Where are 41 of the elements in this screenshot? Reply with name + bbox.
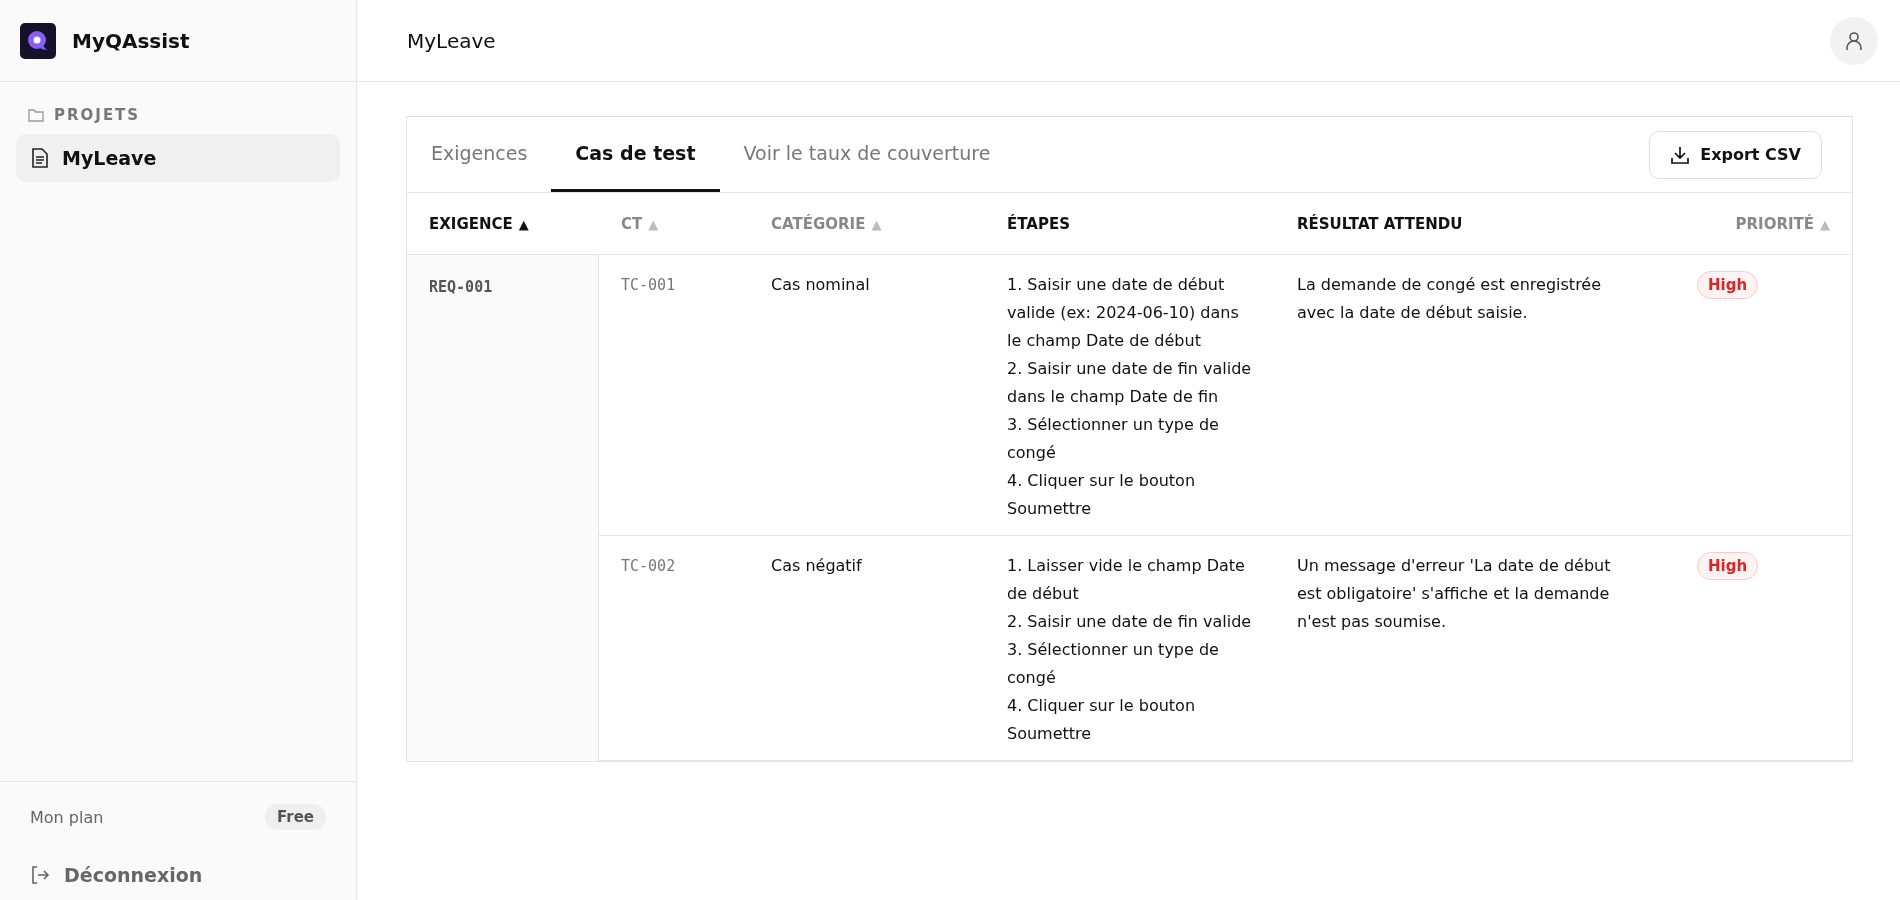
requirement-id: REQ-001 xyxy=(429,278,493,296)
column-header: ÉTAPES xyxy=(1007,214,1070,233)
category-text: Cas négatif xyxy=(771,556,862,575)
column-header: RÉSULTAT ATTENDU xyxy=(1297,214,1463,233)
column-header[interactable]: EXIGENCE ▲ xyxy=(429,214,529,233)
test-case-id: TC-002 xyxy=(621,557,676,575)
step-text: 1. Saisir une date de début valide (ex: 2024-06-10) dans le champ Date de début xyxy=(1007,274,1240,352)
tab[interactable]: Voir le taux de couverture xyxy=(719,116,1015,192)
column-header[interactable]: PRIORITÉ ▲ xyxy=(1735,214,1830,233)
document-icon xyxy=(32,148,48,168)
page-title: MyLeave xyxy=(407,28,496,53)
step-text: 4. Cliquer sur le bouton Soumettre xyxy=(1007,695,1197,745)
step-text: 4. Cliquer sur le bouton Soumettre xyxy=(1007,470,1197,520)
test-case-id: TC-001 xyxy=(621,276,676,294)
tab[interactable]: Cas de test xyxy=(551,116,720,192)
section-label: PROJETS xyxy=(54,106,141,124)
step-text: 3. Sélectionner un type de congé xyxy=(1007,414,1220,464)
user-avatar[interactable] xyxy=(1830,16,1878,65)
priority-badge: High xyxy=(1697,552,1759,580)
column-header[interactable]: CATÉGORIE ▲ xyxy=(771,214,882,233)
app-name: MyQAssist xyxy=(72,28,190,53)
project-item[interactable]: MyLeave xyxy=(16,134,340,182)
logo-icon xyxy=(20,22,56,59)
logout-link[interactable]: Déconnexion xyxy=(30,864,326,886)
export-button[interactable]: Export CSV xyxy=(1649,130,1822,179)
step-text: 2. Saisir une date de fin valide xyxy=(1007,611,1253,633)
tab[interactable]: Exigences xyxy=(407,116,552,192)
expected-result: La demande de congé est enregistrée avec la date de début saisie. xyxy=(1297,274,1603,324)
logout-icon xyxy=(30,865,50,885)
expected-result: Un message d'erreur 'La date de début est obligatoire' s'affiche et la demande n'est pas soumise. xyxy=(1297,555,1612,633)
step-text: 1. Laisser vide le champ Date de début xyxy=(1007,555,1246,605)
plan-label: Mon plan xyxy=(30,807,104,827)
user-icon xyxy=(1845,30,1863,51)
folder-icon xyxy=(28,108,44,122)
step-text: 2. Saisir une date de fin valide dans le champ Date de fin xyxy=(1007,358,1253,408)
plan-badge: Free xyxy=(264,804,326,830)
column-header[interactable]: CT ▲ xyxy=(621,214,659,233)
step-text: 3. Sélectionner un type de congé xyxy=(1007,639,1220,689)
priority-badge: High xyxy=(1697,271,1759,299)
category-text: Cas nominal xyxy=(771,275,870,294)
download-icon xyxy=(1670,144,1691,165)
